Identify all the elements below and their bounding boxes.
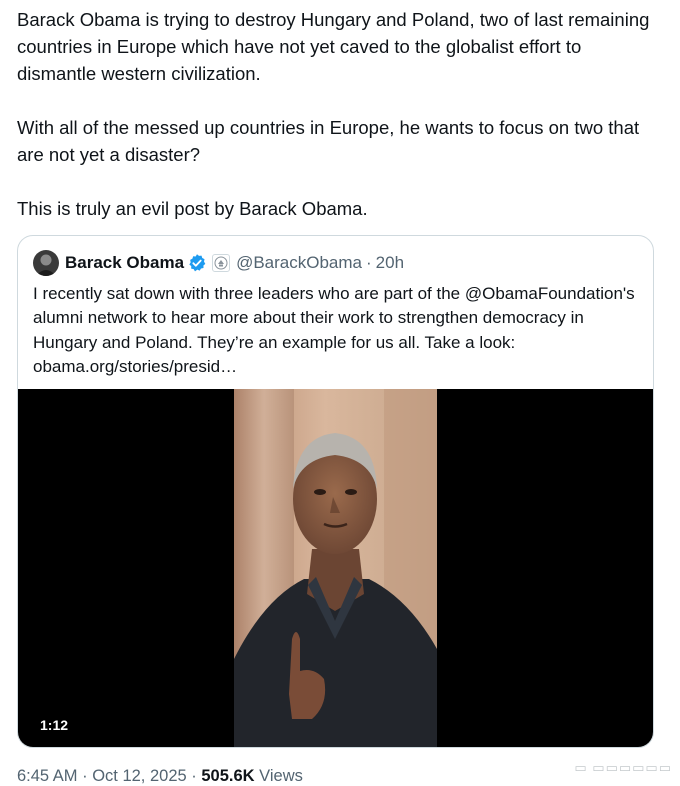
quoted-tweet-text: I recently sat down with three leaders w… xyxy=(33,284,635,376)
verified-badge-icon xyxy=(189,254,206,272)
author-name[interactable]: Barack Obama xyxy=(65,253,184,273)
tweet-timestamp[interactable]: 6:45 AM · Oct 12, 2025 · xyxy=(17,767,201,785)
quoted-tweet-header: Barack Obama @BarackObama · 20h xyxy=(33,249,404,277)
video-duration: 1:12 xyxy=(34,715,75,735)
video-player[interactable]: 1:12 xyxy=(18,389,653,747)
government-seal-icon xyxy=(212,254,231,272)
tweet-paragraph: This is truly an evil post by Barack Oba… xyxy=(17,198,368,219)
tweet-text: Barack Obama is trying to destroy Hungar… xyxy=(17,6,662,222)
tweet-paragraph: Barack Obama is trying to destroy Hungar… xyxy=(17,9,650,84)
quoted-tweet-card[interactable]: Barack Obama @BarackObama · 20h I recent… xyxy=(17,235,654,748)
author-handle[interactable]: @BarackObama xyxy=(236,253,362,273)
tweet-paragraph: With all of the messed up countries in E… xyxy=(17,117,640,165)
views-count: 505.6K xyxy=(201,767,255,785)
watermark-logo: ▭ ▭▭▭▭▭▭ xyxy=(574,760,672,775)
avatar[interactable] xyxy=(33,250,59,276)
separator-dot: · xyxy=(366,253,372,272)
tweet-metadata: 6:45 AM · Oct 12, 2025 · 505.6K Views xyxy=(17,767,303,786)
views-label: Views xyxy=(254,767,303,785)
video-thumbnail xyxy=(234,389,437,747)
quoted-tweet-time[interactable]: 20h xyxy=(376,253,404,273)
